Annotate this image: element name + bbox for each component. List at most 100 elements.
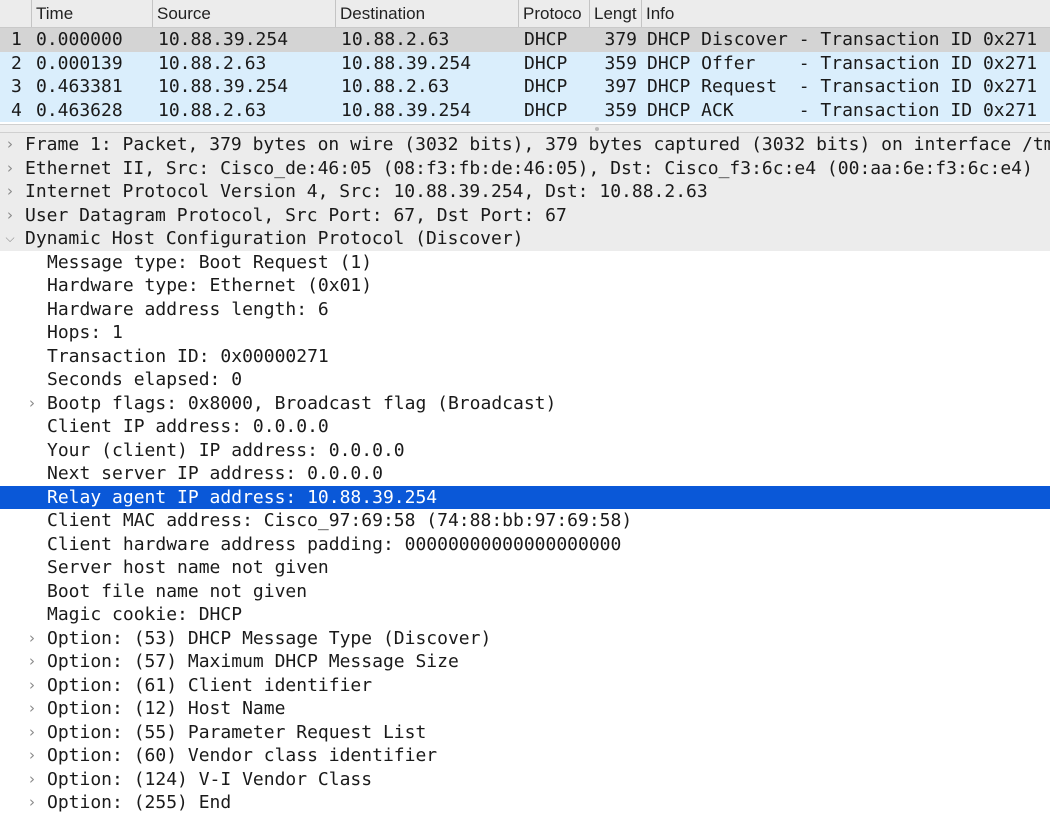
tree-line-text: User Datagram Protocol, Src Port: 67, Ds… — [25, 204, 567, 226]
tree-line-text: Ethernet II, Src: Cisco_de:46:05 (08:f3:… — [25, 157, 1033, 179]
tree-field[interactable]: › Option: (57) Maximum DHCP Message Size — [0, 650, 1050, 674]
tree-line-text: Dynamic Host Configuration Protocol (Dis… — [25, 228, 524, 249]
tree-field[interactable]: Client IP address: 0.0.0.0 — [0, 415, 1050, 439]
tree-line-text: Client IP address: 0.0.0.0 — [47, 416, 329, 437]
chevron-right-icon[interactable]: › — [25, 791, 39, 815]
tree-line-text: Option: (124) V-I Vendor Class — [47, 768, 373, 790]
chevron-right-icon[interactable]: › — [25, 627, 39, 651]
cell-destination: 10.88.2.63 — [341, 76, 450, 97]
tree-line-text: Option: (53) DHCP Message Type (Discover… — [47, 627, 492, 649]
tree-field[interactable]: › Option: (53) DHCP Message Type (Discove… — [0, 627, 1050, 651]
tree-field[interactable]: › Bootp flags: 0x8000, Broadcast flag (Br… — [0, 392, 1050, 416]
cell-no: 1 — [11, 29, 22, 50]
column-header-no[interactable] — [0, 0, 31, 27]
tree-field[interactable]: › Option: (124) V-I Vendor Class — [0, 768, 1050, 792]
column-header-source[interactable]: Source — [152, 0, 335, 27]
tree-field[interactable]: › Option: (61) Client identifier — [0, 674, 1050, 698]
tree-field[interactable]: Server host name not given — [0, 556, 1050, 580]
tree-field[interactable]: Message type: Boot Request (1) — [0, 251, 1050, 275]
cell-source: 10.88.39.254 — [158, 76, 289, 97]
chevron-right-icon[interactable]: › — [25, 697, 39, 721]
packet-row[interactable]: 2 0.000139 10.88.2.63 10.88.39.254 DHCP 359 DH… — [0, 51, 1050, 75]
tree-field[interactable]: Transaction ID: 0x00000271 — [0, 345, 1050, 369]
tree-line-text: Hardware type: Ethernet (0x01) — [47, 275, 373, 296]
tree-line-text: Hops: 1 — [47, 322, 123, 343]
tree-line-text: Seconds elapsed: 0 — [47, 369, 243, 390]
tree-node[interactable]: › Frame 1: Packet, 379 bytes on wire (303… — [0, 133, 1050, 157]
cell-time: 0.463381 — [36, 76, 123, 97]
tree-node[interactable]: › Internet Protocol Version 4, Src: 10.88… — [0, 180, 1050, 204]
tree-field[interactable]: › Option: (12) Host Name — [0, 697, 1050, 721]
packet-row[interactable]: 4 0.463628 10.88.2.63 10.88.39.254 DHCP 359 DH… — [0, 98, 1050, 122]
tree-field[interactable]: Magic cookie: DHCP — [0, 603, 1050, 627]
column-header-protocol[interactable]: Protoco — [518, 0, 589, 27]
packet-row[interactable]: 3 0.463381 10.88.39.254 10.88.2.63 DHCP 397 DH… — [0, 75, 1050, 99]
tree-line-text: Internet Protocol Version 4, Src: 10.88.… — [25, 181, 708, 202]
tree-line-text: Option: (12) Host Name — [47, 698, 286, 719]
chevron-right-icon[interactable]: › — [25, 744, 39, 768]
tree-line-text: Option: (61) Client identifier — [47, 674, 373, 696]
chevron-down-icon[interactable]: ⌵ — [3, 227, 17, 251]
tree-field[interactable]: Boot file name not given — [0, 580, 1050, 604]
cell-info: DHCP ACK - Transaction ID 0x271 — [647, 99, 1038, 121]
tree-field[interactable]: › Option: (255) End — [0, 791, 1050, 815]
tree-field[interactable]: Seconds elapsed: 0 — [0, 368, 1050, 392]
column-header-time[interactable]: Time — [31, 0, 152, 27]
column-header-info[interactable]: Info — [641, 0, 1050, 27]
cell-info: DHCP Request - Transaction ID 0x271 — [647, 76, 1038, 97]
tree-line-text: Client MAC address: Cisco_97:69:58 (74:8… — [47, 510, 633, 531]
tree-line-text: Frame 1: Packet, 379 bytes on wire (3032… — [25, 134, 1050, 155]
tree-line-text: Option: (57) Maximum DHCP Message Size — [47, 651, 459, 672]
tree-line-text: Option: (255) End — [47, 792, 232, 813]
chevron-right-icon[interactable]: › — [3, 133, 17, 157]
tree-line-text: Bootp flags: 0x8000, Broadcast flag (Bro… — [47, 392, 557, 414]
tree-field[interactable]: Your (client) IP address: 0.0.0.0 — [0, 439, 1050, 463]
cell-no: 4 — [11, 99, 22, 121]
tree-line-text: Client hardware address padding: 0000000… — [47, 533, 622, 555]
packet-row[interactable]: 1 0.000000 10.88.39.254 10.88.2.63 DHCP 379 DH… — [0, 28, 1050, 52]
chevron-right-icon[interactable]: › — [3, 157, 17, 181]
cell-destination: 10.88.2.63 — [341, 29, 450, 50]
cell-info: DHCP Offer - Transaction ID 0x271 — [647, 52, 1038, 74]
tree-field[interactable]: Client hardware address padding: 0000000… — [0, 533, 1050, 557]
cell-time: 0.463628 — [36, 99, 123, 121]
packet-details-tree: › Frame 1: Packet, 379 bytes on wire (303… — [0, 133, 1050, 821]
chevron-right-icon[interactable]: › — [25, 768, 39, 792]
tree-field[interactable]: Relay agent IP address: 10.88.39.254 — [0, 485, 1050, 509]
cell-length: 379 — [604, 29, 637, 50]
tree-node[interactable]: › Ethernet II, Src: Cisco_de:46:05 (08:f3… — [0, 156, 1050, 181]
splitter-handle[interactable] — [595, 127, 599, 131]
cell-length: 397 — [604, 76, 637, 97]
tree-field[interactable]: Hops: 1 — [0, 321, 1050, 345]
tree-field[interactable]: Client MAC address: Cisco_97:69:58 (74:8… — [0, 509, 1050, 533]
cell-no: 2 — [11, 52, 22, 74]
tree-node[interactable]: ⌵ Dynamic Host Configuration Protocol (Di… — [0, 227, 1050, 251]
cell-destination: 10.88.39.254 — [341, 99, 472, 121]
chevron-right-icon[interactable]: › — [3, 180, 17, 204]
tree-field[interactable]: › Option: (60) Vendor class identifier — [0, 744, 1050, 768]
cell-length: 359 — [604, 99, 637, 121]
column-header-length[interactable]: Lengt — [589, 0, 641, 27]
tree-field[interactable]: Hardware type: Ethernet (0x01) — [0, 274, 1050, 298]
chevron-right-icon[interactable]: › — [3, 204, 17, 228]
chevron-right-icon[interactable]: › — [25, 650, 39, 674]
tree-node[interactable]: › User Datagram Protocol, Src Port: 67, D… — [0, 203, 1050, 228]
chevron-right-icon[interactable]: › — [25, 392, 39, 416]
packet-list-header: Time Source Destination Protoco Lengt In… — [0, 0, 1050, 28]
chevron-right-icon[interactable]: › — [25, 721, 39, 745]
column-header-destination[interactable]: Destination — [335, 0, 518, 27]
tree-line-text: Magic cookie: DHCP — [47, 604, 243, 625]
cell-source: 10.88.2.63 — [158, 99, 267, 121]
cell-length: 359 — [604, 52, 637, 74]
chevron-right-icon[interactable]: › — [25, 674, 39, 698]
tree-line-text: Option: (60) Vendor class identifier — [47, 745, 438, 766]
cell-protocol: DHCP — [524, 99, 568, 121]
tree-field[interactable]: › Option: (55) Parameter Request List — [0, 721, 1050, 745]
pane-splitter[interactable] — [0, 124, 1050, 133]
tree-line-text: Your (client) IP address: 0.0.0.0 — [47, 439, 405, 461]
tree-line-text: Message type: Boot Request (1) — [47, 251, 373, 273]
cell-protocol: DHCP — [524, 76, 568, 97]
tree-field[interactable]: Hardware address length: 6 — [0, 298, 1050, 322]
cell-source: 10.88.2.63 — [158, 52, 267, 74]
tree-field[interactable]: Next server IP address: 0.0.0.0 — [0, 462, 1050, 486]
